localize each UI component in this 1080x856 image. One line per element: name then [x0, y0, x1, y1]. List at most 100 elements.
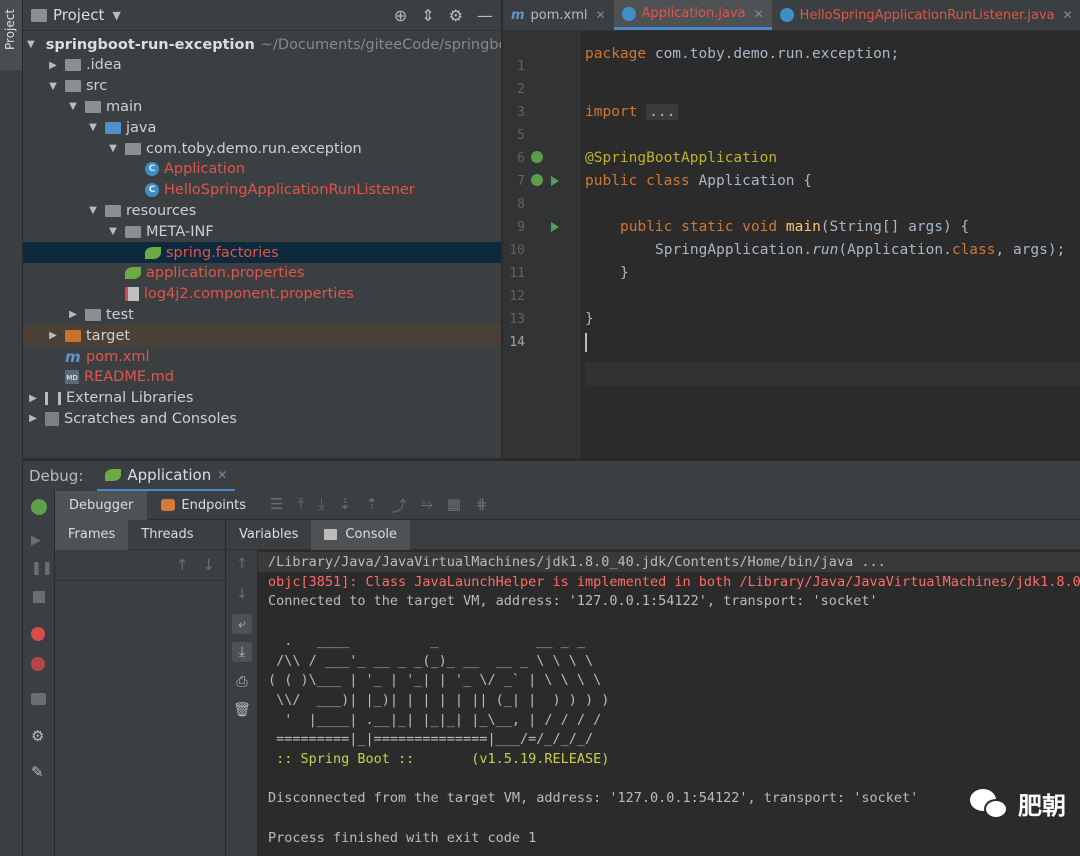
stepping-toolbar: ☰ ⤒ ⤓ ⇣ ⇡ ⤴ ⥱ ▦ ⋕ — [270, 495, 488, 516]
view-breakpoints-icon[interactable] — [31, 627, 45, 641]
camera-icon[interactable] — [31, 693, 46, 705]
arrow-down-icon[interactable]: ↓ — [202, 556, 215, 574]
project-tool-button[interactable]: Project — [0, 0, 22, 70]
spring-boot-icon — [105, 468, 122, 481]
stop-icon[interactable] — [33, 591, 45, 603]
close-icon[interactable]: ✕ — [596, 8, 606, 22]
tree-item[interactable]: C Application — [23, 159, 501, 180]
chevron-right-icon[interactable]: ▶ — [67, 309, 79, 320]
run-gutter-icon[interactable] — [551, 222, 559, 232]
evaluate-icon[interactable]: ▦ — [447, 495, 461, 516]
console-line: Process finished with exit code 1 — [268, 829, 537, 846]
force-step-into-icon[interactable]: ⇡ — [365, 495, 378, 516]
tree-item[interactable]: ▶ target — [23, 325, 501, 347]
chevron-down-icon[interactable]: ▼ — [107, 143, 119, 154]
step-over-icon[interactable]: ⤓ — [318, 495, 325, 516]
collapse-all-icon[interactable]: ⇕ — [421, 6, 434, 25]
arrow-down-icon[interactable]: ↓ — [232, 584, 252, 604]
gear-icon[interactable]: ⚙ — [449, 6, 463, 25]
trace-icon[interactable]: ⋕ — [475, 495, 488, 516]
chevron-down-icon[interactable]: ▼ — [112, 9, 120, 22]
chevron-right-icon[interactable]: ▶ — [47, 330, 59, 341]
tree-item[interactable]: ▼ resources — [23, 200, 501, 221]
tree-item[interactable]: m pom.xml — [23, 346, 501, 367]
debug-session-tab[interactable]: Application ✕ — [97, 461, 236, 492]
chevron-right-icon[interactable]: ▶ — [27, 393, 39, 404]
run-to-cursor-icon[interactable]: ⥱ — [421, 495, 433, 516]
code-editor: m pom.xml ✕ Application.java ✕ HelloSpringApp… — [503, 0, 1080, 458]
close-icon[interactable]: ✕ — [1063, 8, 1073, 22]
tree-item-label: HelloSpringApplicationRunListener — [164, 182, 415, 199]
chevron-right-icon[interactable]: ▶ — [47, 60, 59, 71]
variables-console-panel: Variables Console ↑ ↓ ⤶ ⤓ ⎙ 🗑 /Library/J… — [226, 519, 1080, 856]
hide-icon[interactable]: — — [477, 6, 493, 25]
watermark-text: 肥朝 — [1018, 792, 1066, 820]
editor-tab[interactable]: HelloSpringApplicationRunListener.java ✕ — [772, 0, 1080, 30]
chevron-down-icon[interactable]: ▼ — [27, 39, 35, 50]
trash-icon[interactable]: 🗑 — [232, 700, 252, 720]
tab-endpoints[interactable]: Endpoints — [147, 491, 260, 520]
folder-icon — [125, 225, 141, 238]
resume-icon[interactable]: ▶ — [31, 533, 47, 549]
tab-threads-label: Threads — [141, 527, 194, 542]
run-gutter-icon[interactable] — [551, 176, 559, 186]
tab-threads[interactable]: Threads — [128, 520, 206, 550]
chevron-down-icon[interactable]: ▼ — [67, 101, 79, 112]
code-area[interactable]: package com.toby.demo.run.exception; imp… — [585, 31, 1080, 458]
tree-item[interactable]: log4j2.component.properties — [23, 284, 501, 305]
project-path: ~/Documents/giteeCode/springboot- — [260, 36, 502, 53]
tree-item[interactable]: MD README.md — [23, 367, 501, 388]
tree-item[interactable]: ▼ com.toby.demo.run.exception — [23, 138, 501, 159]
tab-debugger[interactable]: Debugger — [55, 490, 148, 520]
chevron-down-icon[interactable]: ▼ — [87, 205, 99, 216]
tree-item[interactable]: ▼ META-INF — [23, 221, 501, 242]
editor-tab[interactable]: Application.java ✕ — [613, 0, 772, 30]
bug-icon[interactable] — [31, 499, 47, 515]
editor-tab[interactable]: m pom.xml ✕ — [503, 0, 614, 30]
chevron-right-icon[interactable]: ▶ — [27, 413, 39, 424]
chevron-down-icon[interactable]: ▼ — [47, 81, 59, 92]
tree-item[interactable]: ▶ External Libraries — [23, 388, 501, 409]
tree-item[interactable]: ▶ Scratches and Consoles — [23, 408, 501, 429]
line-number: 11 — [509, 266, 525, 281]
pause-icon[interactable]: ❚❚ — [31, 561, 53, 577]
arrow-up-icon[interactable]: ↑ — [176, 556, 189, 574]
show-execution-point-icon[interactable]: ⤒ — [297, 495, 304, 516]
class-icon: C — [145, 183, 159, 198]
menu-icon[interactable]: ☰ — [270, 495, 283, 516]
chevron-down-icon[interactable]: ▼ — [107, 226, 119, 237]
step-into-icon[interactable]: ⇣ — [339, 495, 352, 516]
tree-item[interactable]: application.properties — [23, 263, 501, 284]
line-number: 3 — [517, 105, 525, 120]
tree-item[interactable]: ▼ src — [23, 76, 501, 97]
tree-item[interactable]: C HelloSpringApplicationRunListener — [23, 180, 501, 201]
tree-item[interactable]: ▶ .idea — [23, 55, 501, 76]
soft-wrap-icon[interactable]: ⤶ — [232, 614, 252, 634]
close-icon[interactable]: ✕ — [217, 468, 227, 482]
tab-variables[interactable]: Variables — [226, 520, 311, 550]
editor-gutter: 1 2 3 5 6 7 8 9 10 11 12 13 14 — [503, 31, 580, 458]
arrow-up-icon[interactable]: ↑ — [232, 554, 252, 574]
pin-icon[interactable]: ✎ — [31, 763, 47, 781]
spring-bean-icon[interactable] — [531, 174, 543, 186]
tree-item[interactable]: ▼ springboot-run-exception ~/Documents/git… — [23, 34, 502, 55]
tree-item[interactable]: ▼ java — [23, 117, 501, 138]
scroll-to-end-icon[interactable]: ⤓ — [232, 642, 252, 662]
step-out-icon[interactable]: ⤴ — [392, 495, 407, 516]
gear-icon[interactable]: ⚙ — [31, 727, 47, 745]
tab-frames[interactable]: Frames — [55, 519, 129, 550]
mute-breakpoints-icon[interactable] — [31, 657, 45, 671]
spring-bean-icon[interactable] — [531, 151, 543, 163]
chevron-down-icon[interactable]: ▼ — [87, 122, 99, 133]
close-icon[interactable]: ✕ — [754, 7, 764, 21]
print-icon[interactable]: ⎙ — [232, 672, 252, 692]
tab-console[interactable]: Console — [311, 519, 411, 550]
tree-item[interactable]: ▼ main — [23, 96, 501, 117]
folded-imports[interactable]: ... — [646, 104, 679, 120]
tree-item[interactable]: ▶ test — [23, 304, 501, 325]
tree-item[interactable]: spring.factories — [23, 242, 501, 263]
console-line: ( ( )\___ | '_ | '_| | '_ \/ _` | \ \ \ … — [268, 672, 602, 689]
console-output[interactable]: /Library/Java/JavaVirtualMachines/jdk1.8… — [258, 550, 1080, 856]
locate-icon[interactable]: ⊕ — [394, 6, 407, 25]
project-view-selector[interactable]: Project — [53, 6, 104, 24]
